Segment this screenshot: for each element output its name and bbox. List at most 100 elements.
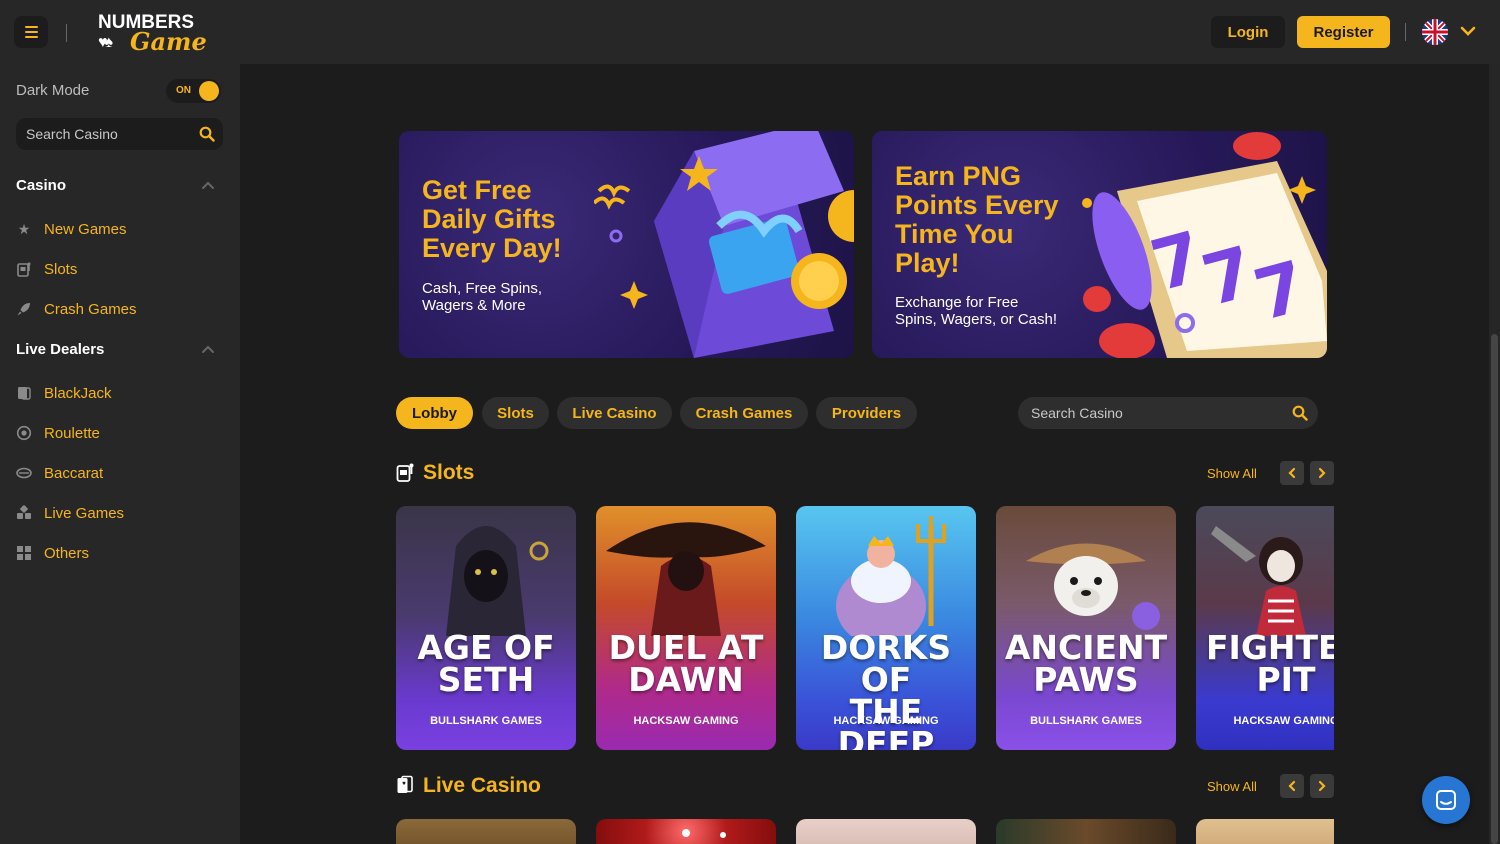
png-points-banner[interactable]: 7 7 7 Earn PNG Points Every Time You Pla… bbox=[872, 131, 1327, 358]
sidebar-item-live-games[interactable]: Live Games bbox=[16, 501, 124, 525]
chevron-right-icon bbox=[1318, 467, 1326, 479]
banner-title-line: Points Every bbox=[895, 190, 1059, 220]
sidebar-item-slots[interactable]: Slots bbox=[16, 257, 77, 281]
menu-line bbox=[24, 26, 38, 28]
logo-hearts-icon: ♥♠ bbox=[98, 34, 113, 51]
menu-line bbox=[24, 31, 38, 33]
slots-show-all-link[interactable]: Show All bbox=[1207, 466, 1257, 481]
sidebar-item-baccarat[interactable]: Baccarat bbox=[16, 461, 103, 485]
page-scrollbar[interactable] bbox=[1489, 64, 1500, 844]
game-art bbox=[1211, 526, 1306, 636]
game-card[interactable]: AGE OF SETH BULLSHARK GAMES bbox=[396, 506, 576, 750]
section-title-casino[interactable]: Casino bbox=[16, 177, 66, 194]
top-header: NUMBERS ♥♠ Game Login Register bbox=[0, 0, 1500, 64]
game-title: ANCIENT PAWS bbox=[996, 631, 1176, 696]
game-title: DUEL AT DAWN bbox=[596, 631, 776, 696]
dark-mode-toggle[interactable]: ON bbox=[166, 79, 221, 103]
chevron-up-icon[interactable] bbox=[200, 341, 216, 357]
chevron-down-icon[interactable] bbox=[1459, 22, 1477, 40]
sidebar-item-new-games[interactable]: ★ New Games bbox=[16, 217, 127, 241]
toggle-state-label: ON bbox=[176, 85, 191, 96]
dice-icon bbox=[16, 505, 32, 521]
main-search-input[interactable] bbox=[1018, 397, 1288, 429]
roulette-icon bbox=[16, 425, 32, 441]
banner-subtitle-line: Cash, Free Spins, bbox=[422, 280, 543, 297]
game-provider: BULLSHARK GAMES bbox=[1030, 715, 1142, 727]
star-icon: ★ bbox=[17, 220, 31, 237]
chat-icon bbox=[1436, 790, 1456, 810]
game-art bbox=[446, 526, 549, 636]
game-provider: HACKSAW GAMING bbox=[833, 715, 939, 727]
slot-machine-icon bbox=[16, 261, 32, 277]
site-logo[interactable]: NUMBERS ♥♠ Game bbox=[96, 12, 207, 56]
game-provider: BULLSHARK GAMES bbox=[430, 715, 542, 727]
search-icon[interactable] bbox=[199, 126, 215, 142]
banner-subtitle-line: Wagers & More bbox=[422, 297, 526, 314]
slots-prev-button[interactable] bbox=[1280, 461, 1304, 485]
sidebar-search-input[interactable] bbox=[16, 118, 196, 150]
game-card[interactable]: DORKS OF THE DEEP HACKSAW GAMING bbox=[796, 506, 976, 750]
game-art bbox=[606, 522, 766, 636]
game-title: AGE OF SETH bbox=[396, 631, 576, 696]
chevron-up-icon[interactable] bbox=[200, 177, 216, 193]
live-game-card[interactable] bbox=[1196, 819, 1334, 844]
live-game-card[interactable] bbox=[396, 819, 576, 844]
sidebar-item-label: Roulette bbox=[44, 424, 100, 442]
daily-gifts-banner[interactable]: Get Free Daily Gifts Every Day! Cash, Fr… bbox=[399, 131, 854, 358]
banner-subtitle: Cash, Free Spins, Wagers & More bbox=[422, 280, 542, 314]
game-provider: HACKSAW GAMING bbox=[1233, 715, 1334, 727]
scrollbar-thumb[interactable] bbox=[1491, 334, 1498, 844]
sidebar-item-label: Slots bbox=[44, 260, 78, 278]
slots-section-title: Slots bbox=[423, 461, 475, 484]
uk-flag-icon[interactable] bbox=[1422, 19, 1448, 45]
banner-title: Earn PNG Points Every Time You Play! bbox=[895, 162, 1059, 278]
banner-title-line: Time You bbox=[895, 219, 1014, 249]
tab-live-casino[interactable]: Live Casino bbox=[557, 397, 672, 429]
cards-icon bbox=[397, 775, 413, 793]
game-art bbox=[682, 829, 726, 838]
live-game-card[interactable] bbox=[796, 819, 976, 844]
sidebar-item-others[interactable]: Others bbox=[16, 541, 89, 565]
game-card[interactable]: FIGHTER PIT HACKSAW GAMING bbox=[1196, 506, 1334, 750]
chevron-left-icon bbox=[1288, 467, 1296, 479]
live-casino-section-title: Live Casino bbox=[423, 774, 541, 797]
logo-bottom-text: Game bbox=[130, 27, 207, 56]
game-card[interactable]: DUEL AT DAWN HACKSAW GAMING bbox=[596, 506, 776, 750]
sidebar-item-label: Live Games bbox=[44, 504, 125, 522]
sidebar-item-roulette[interactable]: Roulette bbox=[16, 421, 100, 445]
slot-reels-illustration: 7 7 7 bbox=[1082, 132, 1327, 358]
rocket-icon bbox=[16, 301, 32, 317]
chevron-right-icon bbox=[1318, 780, 1326, 792]
live-game-card[interactable] bbox=[596, 819, 776, 844]
register-button[interactable]: Register bbox=[1297, 16, 1390, 48]
tab-slots[interactable]: Slots bbox=[482, 397, 549, 429]
game-title: DORKS OF THE DEEP bbox=[796, 628, 976, 750]
live-game-card[interactable] bbox=[996, 819, 1176, 844]
tab-crash-games[interactable]: Crash Games bbox=[680, 397, 808, 429]
game-title-line: DORKS OF bbox=[820, 628, 952, 699]
sidebar-item-blackjack[interactable]: BlackJack bbox=[16, 381, 112, 405]
banner-subtitle: Exchange for Free Spins, Wagers, or Cash… bbox=[895, 294, 1057, 328]
banner-title: Get Free Daily Gifts Every Day! bbox=[422, 176, 562, 263]
live-casino-show-all-link[interactable]: Show All bbox=[1207, 779, 1257, 794]
search-icon[interactable] bbox=[1292, 405, 1308, 421]
hamburger-menu-button[interactable] bbox=[14, 16, 48, 48]
tab-providers[interactable]: Providers bbox=[816, 397, 917, 429]
login-button[interactable]: Login bbox=[1211, 16, 1285, 48]
chevron-left-icon bbox=[1288, 780, 1296, 792]
tab-lobby[interactable]: Lobby bbox=[396, 397, 473, 429]
slots-carousel: AGE OF SETH BULLSHARK GAMES DUEL AT DAWN… bbox=[396, 506, 1334, 750]
live-chat-button[interactable] bbox=[1422, 776, 1470, 824]
live-casino-prev-button[interactable] bbox=[1280, 774, 1304, 798]
sidebar-item-crash-games[interactable]: Crash Games bbox=[16, 297, 137, 321]
game-card[interactable]: ANCIENT PAWS BULLSHARK GAMES bbox=[996, 506, 1176, 750]
slots-next-button[interactable] bbox=[1310, 461, 1334, 485]
live-casino-next-button[interactable] bbox=[1310, 774, 1334, 798]
section-title-live-dealers[interactable]: Live Dealers bbox=[16, 341, 104, 358]
sidebar-search bbox=[16, 118, 223, 150]
gift-box-illustration bbox=[594, 131, 854, 358]
main-search bbox=[1018, 397, 1318, 429]
live-casino-carousel bbox=[396, 819, 1334, 844]
menu-line bbox=[24, 36, 38, 38]
game-art bbox=[1026, 543, 1160, 630]
